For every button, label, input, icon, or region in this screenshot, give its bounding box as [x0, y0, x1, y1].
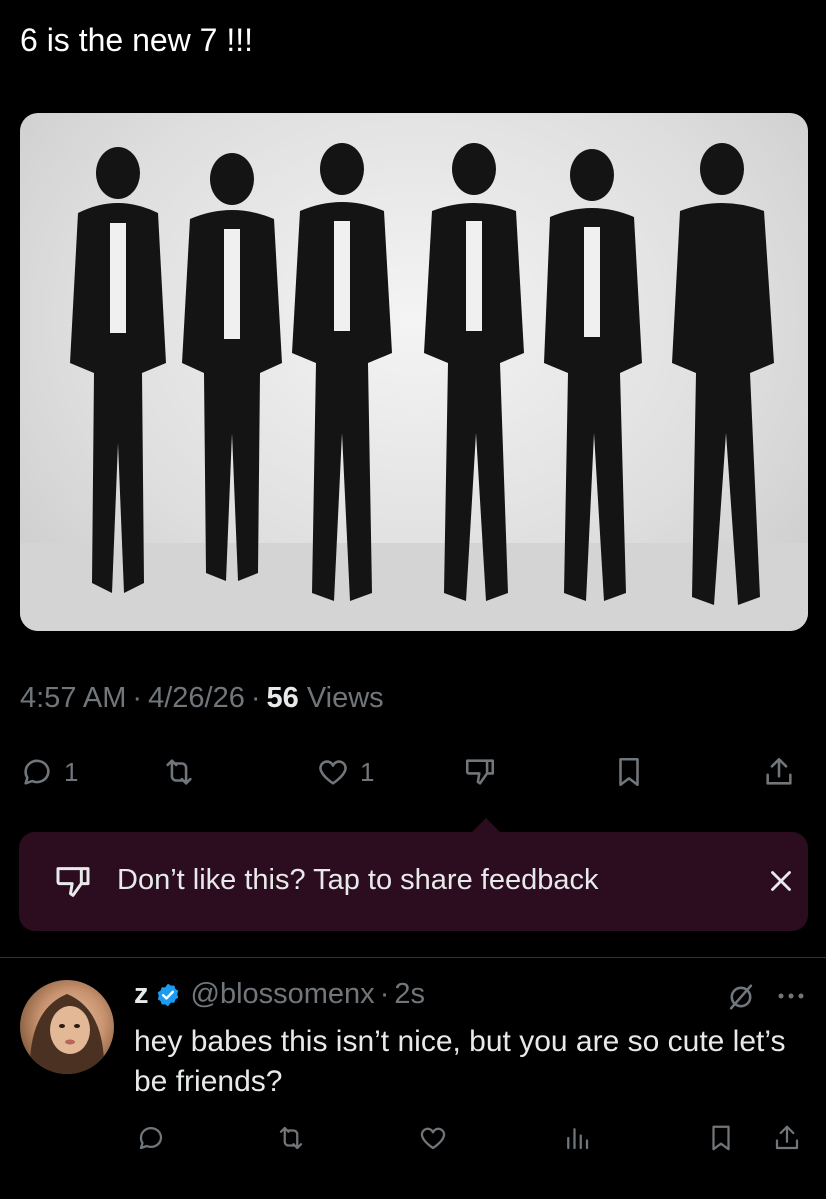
tweet-time: 4:57 AM — [20, 682, 127, 714]
group-photo-image — [20, 143, 808, 631]
reply-views-button[interactable] — [562, 1118, 592, 1158]
reply-actions — [0, 1118, 826, 1158]
share-icon — [775, 1125, 799, 1150]
avatar[interactable] — [20, 980, 114, 1074]
dislike-button[interactable] — [463, 748, 497, 796]
reply-header: z @blossomenx · 2s — [134, 978, 425, 1011]
views-label: Views — [306, 682, 384, 714]
bookmark-button[interactable] — [612, 748, 646, 796]
reply-icon — [24, 759, 50, 785]
reply-reply-button[interactable] — [136, 1118, 166, 1158]
separator-dot: · — [250, 682, 261, 714]
views-count: 56 — [266, 682, 299, 714]
separator-dot: · — [132, 682, 143, 714]
grok-slash-icon[interactable] — [724, 980, 758, 1014]
tweet-actions: 1 1 — [0, 748, 826, 796]
reply-author-name[interactable]: z — [134, 978, 149, 1011]
like-count: 1 — [360, 756, 375, 787]
reply-time: 2s — [394, 978, 425, 1010]
reply-bookmark-button[interactable] — [706, 1118, 736, 1158]
tweet-meta: 4:57 AM · 4/26/26 · 56 Views — [20, 682, 384, 715]
verified-badge-icon — [157, 983, 178, 1006]
thumbs-down-icon — [56, 867, 90, 897]
heart-icon — [319, 760, 347, 785]
share-button[interactable] — [762, 748, 796, 796]
like-button[interactable]: 1 — [316, 748, 374, 796]
retweet-icon — [279, 1126, 303, 1150]
more-options-icon[interactable] — [776, 990, 806, 1002]
share-icon — [766, 757, 792, 785]
reply-like-button[interactable] — [418, 1118, 448, 1158]
reply-retweet-button[interactable] — [276, 1118, 306, 1158]
separator-dot: · — [379, 978, 390, 1010]
analytics-icon — [567, 1128, 589, 1150]
tweet-date: 4/26/26 — [148, 682, 245, 714]
avatar-image — [29, 994, 105, 1074]
bookmark-icon — [619, 757, 639, 787]
reply-button[interactable]: 1 — [20, 748, 78, 796]
feedback-text[interactable]: Don’t like this? Tap to share feedback — [117, 864, 598, 897]
divider — [0, 957, 826, 958]
tweet-text: 6 is the new 7 !!! — [20, 22, 254, 58]
reply-icon — [139, 1127, 163, 1150]
thumbs-down-icon — [465, 759, 495, 785]
close-icon[interactable] — [764, 864, 798, 898]
bookmark-icon — [712, 1125, 730, 1151]
retweet-icon — [166, 759, 192, 785]
heart-icon — [420, 1127, 446, 1150]
reply-share-button[interactable] — [772, 1118, 802, 1158]
reply-text: hey babes this isn’t nice, but you are s… — [134, 1025, 786, 1098]
retweet-button[interactable] — [162, 748, 196, 796]
reply-count: 1 — [64, 756, 79, 787]
reply-handle[interactable]: @blossomenx — [191, 978, 375, 1011]
tweet-photo[interactable] — [20, 113, 808, 631]
banner-caret — [471, 818, 501, 833]
feedback-banner[interactable]: Don’t like this? Tap to share feedback — [19, 818, 808, 931]
